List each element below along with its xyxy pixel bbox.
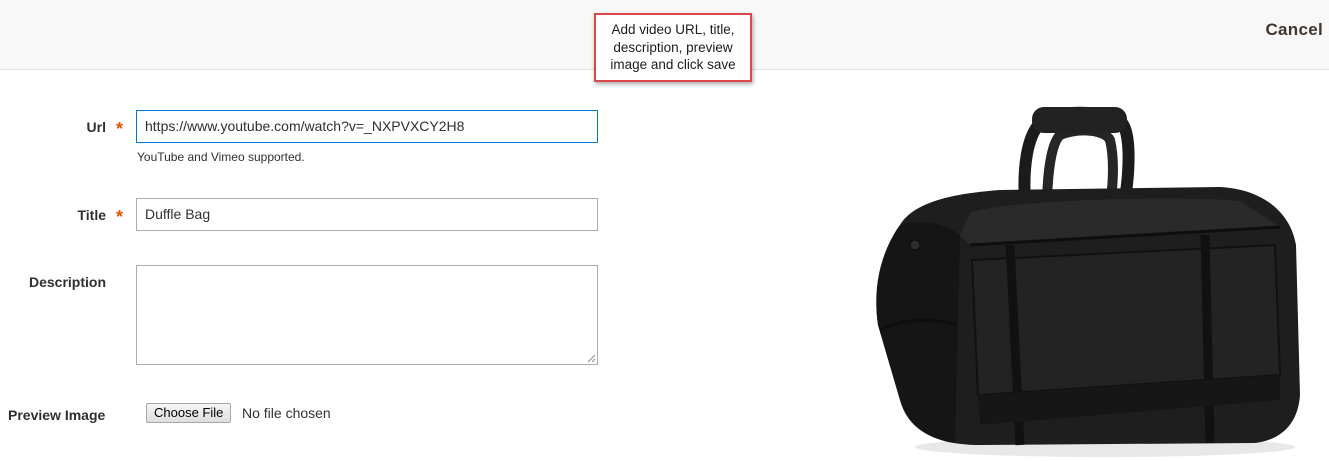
- duffle-bag-image: [876, 106, 1300, 457]
- description-textarea[interactable]: [136, 265, 598, 365]
- cancel-button[interactable]: Cancel: [1265, 20, 1323, 40]
- instruction-callout: Add video URL, title, description, previ…: [594, 13, 752, 82]
- title-label: Title: [77, 207, 106, 223]
- url-input[interactable]: https://www.youtube.com/watch?v=_NXPVXCY…: [136, 110, 598, 143]
- preview-image-label: Preview Image: [8, 407, 106, 423]
- resize-handle-icon[interactable]: [587, 354, 596, 363]
- description-label: Description: [28, 274, 106, 290]
- title-required-mark: *: [116, 207, 124, 227]
- url-label: Url: [86, 119, 106, 135]
- file-status: No file chosen: [242, 405, 331, 421]
- url-required-mark: *: [116, 119, 124, 139]
- title-input[interactable]: Duffle Bag: [136, 198, 598, 231]
- choose-file-button[interactable]: Choose File: [146, 403, 232, 423]
- url-note: YouTube and Vimeo supported.: [137, 150, 305, 164]
